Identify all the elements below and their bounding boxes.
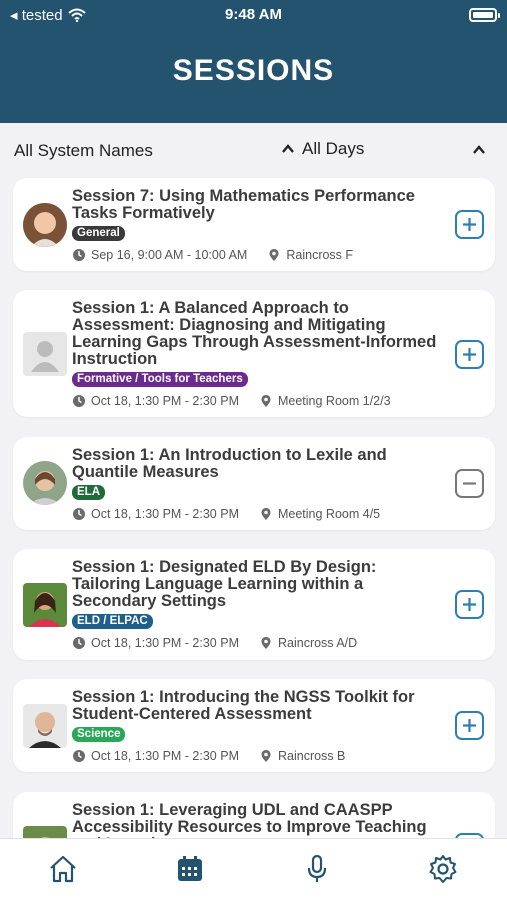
session-location: Meeting Room 4/5 bbox=[277, 507, 381, 521]
session-card[interactable]: Session 1: A Balanced Approach to Assess… bbox=[13, 290, 495, 417]
session-time: Oct 18, 1:30 PM - 2:30 PM bbox=[91, 636, 239, 650]
session-meta: Oct 18, 1:30 PM - 2:30 PM Meeting Room 4… bbox=[72, 507, 380, 521]
plus-icon bbox=[463, 598, 476, 611]
header: ◂ tested 9:48 AM SESSIONS bbox=[0, 0, 507, 123]
filter-bar: All System Names All Days bbox=[0, 134, 507, 166]
session-meta: Sep 16, 9:00 AM - 10:00 AM Raincross F bbox=[72, 248, 353, 262]
collapse-filters-button[interactable] bbox=[471, 142, 487, 163]
clock-icon bbox=[73, 395, 85, 407]
location-pin-icon bbox=[261, 395, 271, 407]
clock-icon bbox=[73, 750, 85, 762]
chevron-up-icon bbox=[282, 144, 294, 153]
tab-sessions[interactable] bbox=[174, 853, 206, 885]
clock-icon bbox=[73, 637, 85, 649]
session-meta: Oct 18, 1:30 PM - 2:30 PM Meeting Room 1… bbox=[72, 394, 391, 408]
clock-icon bbox=[73, 508, 85, 520]
session-time: Oct 18, 1:30 PM - 2:30 PM bbox=[91, 394, 239, 408]
tab-settings[interactable] bbox=[427, 853, 459, 885]
session-location: Meeting Room 1/2/3 bbox=[277, 394, 391, 408]
speaker-avatar bbox=[23, 461, 67, 505]
status-bar: ◂ tested 9:48 AM bbox=[0, 4, 507, 26]
status-time: 9:48 AM bbox=[225, 6, 282, 23]
session-time: Sep 16, 9:00 AM - 10:00 AM bbox=[91, 248, 248, 262]
session-meta: Oct 18, 1:30 PM - 2:30 PM Raincross A/D bbox=[72, 636, 357, 650]
location-pin-icon bbox=[261, 637, 271, 649]
session-tag: Science bbox=[72, 727, 126, 742]
chevron-up-icon bbox=[473, 145, 485, 154]
location-pin-icon bbox=[261, 508, 271, 520]
session-meta: Oct 18, 1:30 PM - 2:30 PM Raincross B bbox=[72, 749, 345, 763]
microphone-icon bbox=[307, 854, 327, 882]
session-location: Raincross A/D bbox=[277, 636, 358, 650]
plus-icon bbox=[463, 218, 476, 231]
session-title: Session 1: Introducing the NGSS Toolkit … bbox=[72, 688, 415, 723]
tab-speakers[interactable] bbox=[301, 853, 333, 885]
speaker-avatar bbox=[23, 203, 67, 247]
session-title: Session 1: Designated ELD By Design: Tai… bbox=[72, 558, 377, 610]
session-location: Raincross B bbox=[277, 749, 346, 763]
clock-icon bbox=[73, 249, 85, 261]
location-pin-icon bbox=[261, 750, 271, 762]
days-filter[interactable]: All Days bbox=[280, 139, 364, 159]
session-time: Oct 18, 1:30 PM - 2:30 PM bbox=[91, 507, 239, 521]
add-session-button[interactable] bbox=[455, 711, 484, 740]
session-title: Session 1: An Introduction to Lexile and… bbox=[72, 446, 387, 481]
session-title: Session 1: A Balanced Approach to Assess… bbox=[72, 299, 437, 368]
tab-home[interactable] bbox=[47, 853, 79, 885]
page-title: SESSIONS bbox=[172, 54, 335, 87]
plus-icon bbox=[463, 348, 476, 361]
session-tag: ELD / ELPAC bbox=[72, 614, 153, 629]
home-icon bbox=[50, 855, 76, 883]
session-tag: Formative / Tools for Teachers bbox=[72, 372, 248, 387]
session-tag: ELA bbox=[72, 485, 105, 500]
gear-icon bbox=[429, 855, 457, 883]
session-tag: General bbox=[72, 226, 125, 241]
minus-icon bbox=[463, 482, 476, 485]
location-pin-icon bbox=[269, 249, 279, 261]
speaker-avatar-placeholder bbox=[23, 332, 67, 376]
session-time: Oct 18, 1:30 PM - 2:30 PM bbox=[91, 749, 239, 763]
remove-session-button[interactable] bbox=[455, 469, 484, 498]
add-session-button[interactable] bbox=[455, 210, 484, 239]
session-card[interactable]: Session 1: Designated ELD By Design: Tai… bbox=[13, 549, 495, 660]
session-card[interactable]: Session 7: Using Mathematics Performance… bbox=[13, 178, 495, 271]
session-card[interactable]: Session 1: An Introduction to Lexile and… bbox=[13, 437, 495, 530]
plus-icon bbox=[463, 719, 476, 732]
session-title: Session 7: Using Mathematics Performance… bbox=[72, 187, 415, 222]
speaker-avatar bbox=[23, 583, 67, 627]
add-session-button[interactable] bbox=[455, 340, 484, 369]
battery-icon bbox=[469, 8, 500, 22]
speaker-avatar bbox=[23, 704, 67, 748]
session-card[interactable]: Session 1: Introducing the NGSS Toolkit … bbox=[13, 679, 495, 772]
tab-bar bbox=[0, 838, 507, 900]
add-session-button[interactable] bbox=[455, 590, 484, 619]
system-names-filter[interactable]: All System Names bbox=[14, 141, 153, 161]
days-filter-label: All Days bbox=[302, 139, 365, 158]
calendar-icon bbox=[178, 856, 202, 881]
session-location: Raincross F bbox=[286, 248, 354, 262]
